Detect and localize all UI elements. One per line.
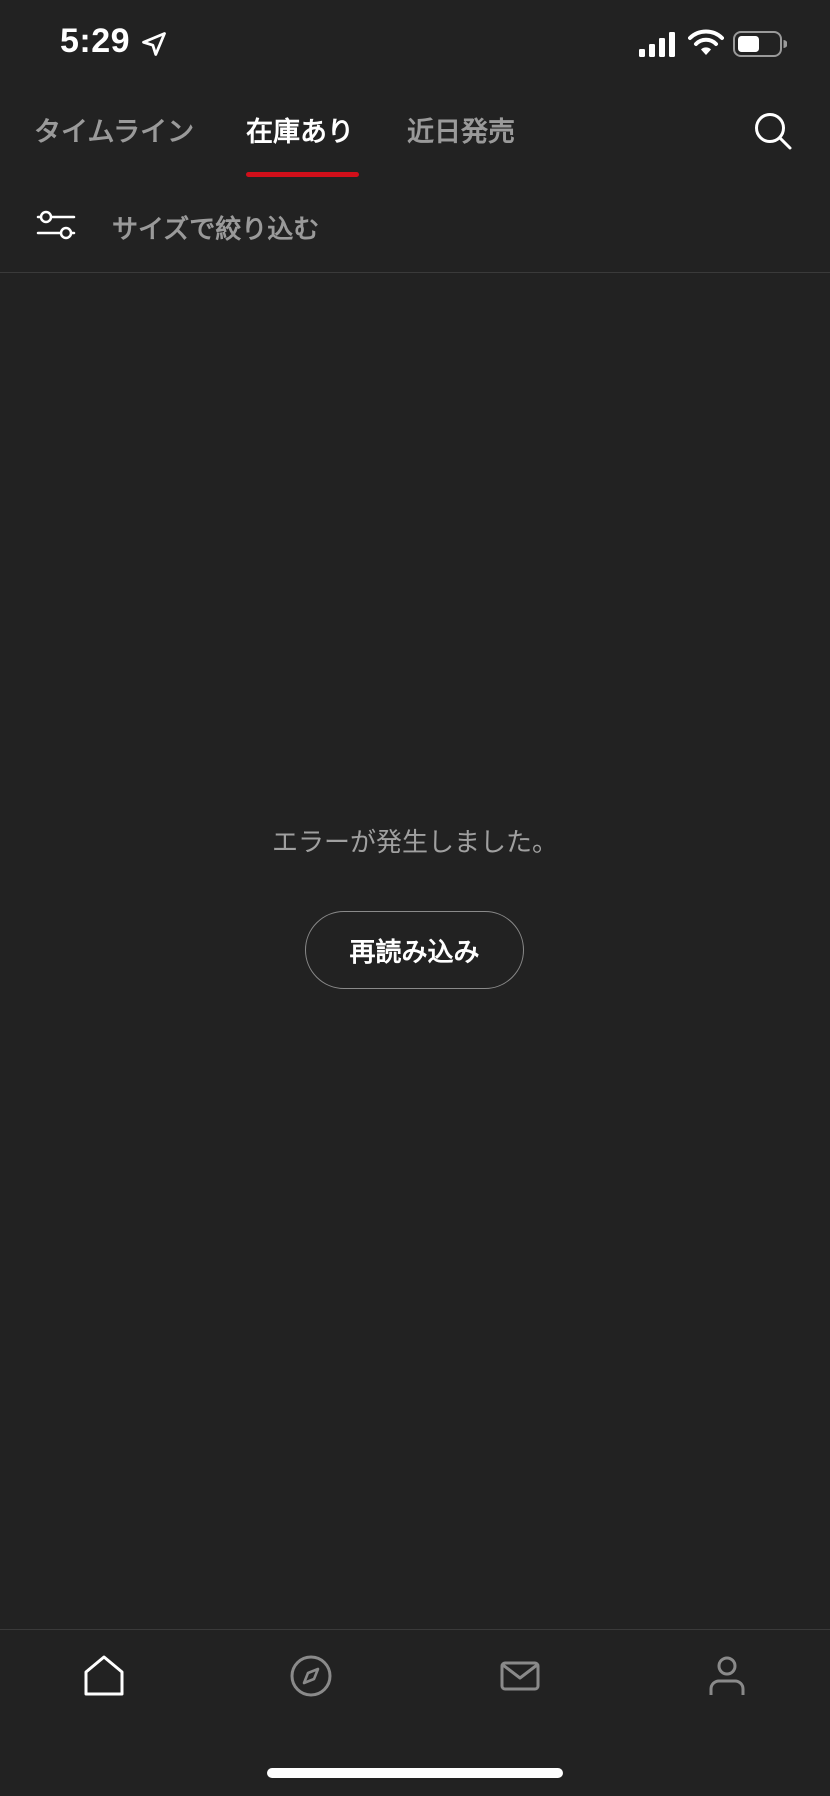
home-icon[interactable]: [80, 1652, 128, 1700]
bottom-nav: [0, 1630, 830, 1730]
wifi-icon: [688, 29, 724, 55]
search-icon[interactable]: [752, 110, 794, 152]
tab-bar: タイムライン 在庫あり 近日発売: [0, 92, 830, 182]
tab-in-stock[interactable]: 在庫あり: [246, 110, 354, 149]
sliders-icon: [36, 210, 76, 240]
cellular-signal-icon: [639, 32, 675, 57]
compass-icon[interactable]: [287, 1652, 335, 1700]
size-filter-label: サイズで絞り込む: [112, 215, 320, 245]
home-indicator: [267, 1768, 563, 1778]
status-bar: 5:29: [0, 0, 830, 92]
battery-icon: [733, 31, 787, 57]
divider: [0, 272, 830, 273]
active-tab-indicator: [246, 172, 359, 177]
mail-icon[interactable]: [496, 1652, 544, 1700]
tab-timeline[interactable]: タイムライン: [34, 110, 194, 149]
reload-button[interactable]: 再読み込み: [305, 911, 524, 989]
size-filter-button[interactable]: サイズで絞り込む: [0, 182, 830, 272]
tab-upcoming[interactable]: 近日発売: [407, 110, 515, 149]
location-arrow-icon: [142, 32, 166, 56]
person-icon[interactable]: [703, 1652, 751, 1700]
error-message: エラーが発生しました。: [271, 828, 558, 858]
status-time: 5:29: [60, 22, 131, 60]
